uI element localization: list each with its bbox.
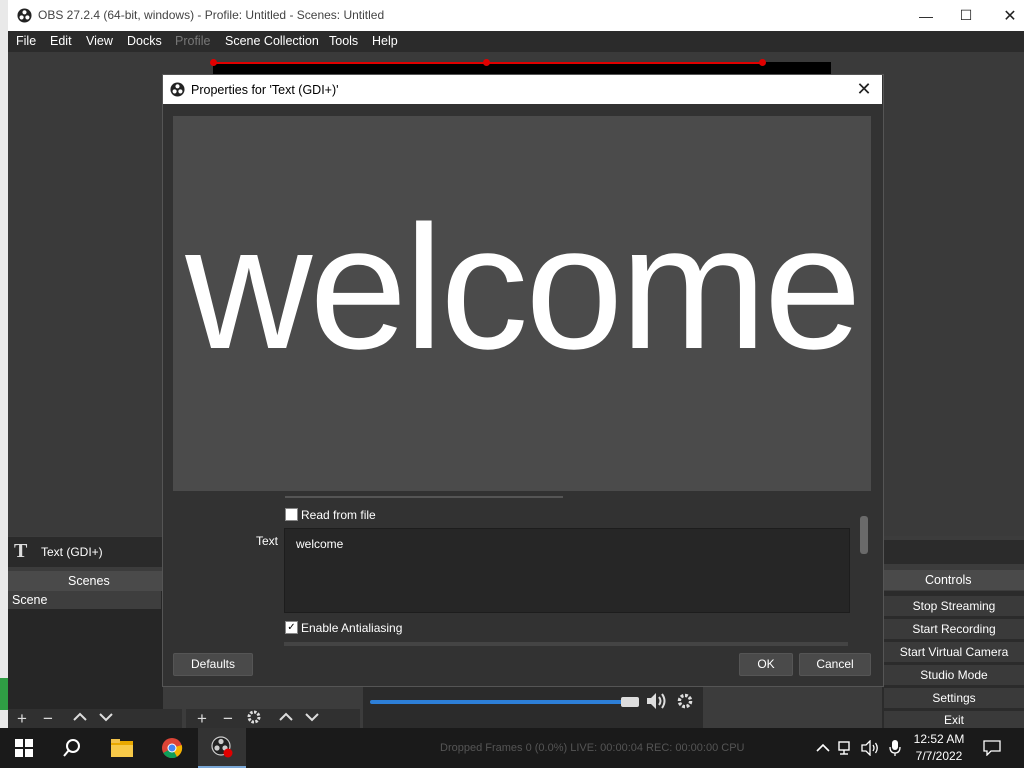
settings-button[interactable]: Settings [884, 688, 1024, 708]
dialog-close-button[interactable]: ✕ [852, 77, 876, 101]
folder-icon [111, 739, 133, 757]
search-icon [63, 739, 80, 757]
scene-list-item[interactable]: Scene [8, 591, 161, 609]
selection-handle-right[interactable] [759, 59, 766, 66]
source-move-down-icon[interactable] [302, 709, 322, 729]
clock-time: 12:52 AM [913, 732, 965, 746]
exit-button[interactable]: Exit [884, 711, 1024, 728]
remove-scene-icon[interactable]: − [38, 709, 58, 729]
main-title-bar: OBS 27.2.4 (64-bit, windows) - Profile: … [8, 0, 1024, 31]
text-field-label: Text [256, 534, 279, 548]
source-toolbar: T Text (GDI+) [8, 537, 163, 567]
taskbar-clock[interactable]: 12:52 AM 7/7/2022 [910, 731, 968, 765]
close-window-button[interactable]: ✕ [988, 0, 1024, 31]
chrome-icon [162, 738, 183, 759]
cancel-button[interactable]: Cancel [799, 653, 871, 676]
scene-item-label: Scene [12, 593, 48, 607]
selection-handle-middle[interactable] [483, 59, 490, 66]
menu-docks[interactable]: Docks [127, 34, 162, 48]
menu-tools[interactable]: Tools [329, 34, 358, 48]
studio-mode-button[interactable]: Studio Mode [884, 665, 1024, 685]
move-down-icon[interactable] [96, 709, 116, 729]
next-property-edge [284, 642, 848, 646]
enable-antialiasing-label: Enable Antialiasing [301, 621, 403, 635]
obs-taskbar-button[interactable] [198, 728, 246, 768]
enable-antialiasing-checkbox[interactable]: ✓ [285, 621, 298, 634]
properties-scrollbar[interactable] [860, 516, 868, 554]
volume-slider-handle[interactable] [621, 697, 639, 707]
menu-view[interactable]: View [86, 34, 113, 48]
desktop-edge [0, 0, 8, 728]
notifications-button[interactable] [978, 728, 1006, 768]
microphone-button[interactable] [885, 728, 905, 768]
window-title: OBS 27.2.4 (64-bit, windows) - Profile: … [38, 8, 385, 22]
preview-text: welcome [185, 190, 861, 386]
selected-source-label: Text (GDI+) [41, 545, 103, 559]
controls-dock-header: Controls [882, 570, 1024, 590]
scenes-list[interactable] [8, 591, 163, 711]
start-button[interactable] [0, 728, 48, 768]
dialog-title-bar: Properties for 'Text (GDI+)' ✕ [163, 75, 882, 104]
remove-source-icon[interactable]: − [218, 709, 238, 729]
show-hidden-icons-button[interactable] [814, 728, 832, 768]
volume-button[interactable] [860, 728, 882, 768]
clock-date: 7/7/2022 [915, 749, 963, 763]
start-virtual-camera-button[interactable]: Start Virtual Camera [884, 642, 1024, 662]
sources-toolbar: + − [186, 709, 360, 729]
windows-start-icon [15, 739, 33, 757]
controls-title: Controls [925, 573, 972, 587]
scenes-title: Scenes [68, 574, 110, 588]
windows-taskbar: Dropped Frames 0 (0.0%) LIVE: 00:00:04 R… [0, 728, 1024, 768]
menu-profile[interactable]: Profile [175, 34, 210, 48]
start-recording-button[interactable]: Start Recording [884, 619, 1024, 639]
move-up-icon[interactable] [70, 709, 90, 729]
search-button[interactable] [48, 728, 96, 768]
volume-slider-track[interactable] [370, 700, 638, 704]
menu-bar: File Edit View Docks Profile Scene Colle… [8, 31, 1024, 52]
controls-dock-top [882, 540, 1024, 564]
maximize-button[interactable]: ☐ [944, 0, 988, 31]
chevron-up-icon [816, 743, 830, 752]
microphone-icon [889, 740, 901, 756]
notification-icon [983, 740, 1001, 756]
ok-button[interactable]: OK [739, 653, 793, 676]
source-properties-gear-icon[interactable] [244, 709, 264, 729]
text-input-value: welcome [296, 537, 344, 551]
scenes-dock-header: Scenes [8, 571, 163, 591]
read-from-file-label: Read from file [301, 508, 376, 522]
dialog-title: Properties for 'Text (GDI+)' [191, 83, 339, 97]
menu-file[interactable]: File [16, 34, 36, 48]
defaults-button[interactable]: Defaults [173, 653, 253, 676]
text-source-icon: T [14, 540, 28, 562]
desktop-edge-accent [0, 678, 8, 710]
selection-handle-left[interactable] [210, 59, 217, 66]
menu-scene-collection[interactable]: Scene Collection [225, 34, 319, 48]
obs-logo-icon [170, 82, 185, 97]
network-button[interactable] [836, 728, 856, 768]
mixer-settings-gear-icon[interactable] [676, 692, 694, 713]
menu-edit[interactable]: Edit [50, 34, 72, 48]
properties-divider [285, 496, 563, 498]
scenes-toolbar: + − [8, 709, 182, 729]
obs-status-bar-text: Dropped Frames 0 (0.0%) LIVE: 00:00:04 R… [440, 742, 745, 754]
volume-icon [861, 740, 878, 756]
add-source-icon[interactable]: + [192, 709, 212, 729]
text-input[interactable]: welcome [284, 528, 850, 613]
dialog-source-preview: welcome [173, 116, 871, 491]
minimize-button[interactable]: — [904, 0, 948, 31]
menu-help[interactable]: Help [372, 34, 398, 48]
add-scene-icon[interactable]: + [12, 709, 32, 729]
source-move-up-icon[interactable] [276, 709, 296, 729]
file-explorer-button[interactable] [98, 728, 146, 768]
read-from-file-checkbox[interactable] [285, 508, 298, 521]
network-icon [838, 741, 850, 755]
speaker-icon[interactable] [645, 691, 669, 714]
obs-recording-icon [211, 736, 233, 758]
obs-logo-icon [17, 8, 32, 23]
chrome-button[interactable] [148, 728, 196, 768]
stop-streaming-button[interactable]: Stop Streaming [884, 596, 1024, 616]
